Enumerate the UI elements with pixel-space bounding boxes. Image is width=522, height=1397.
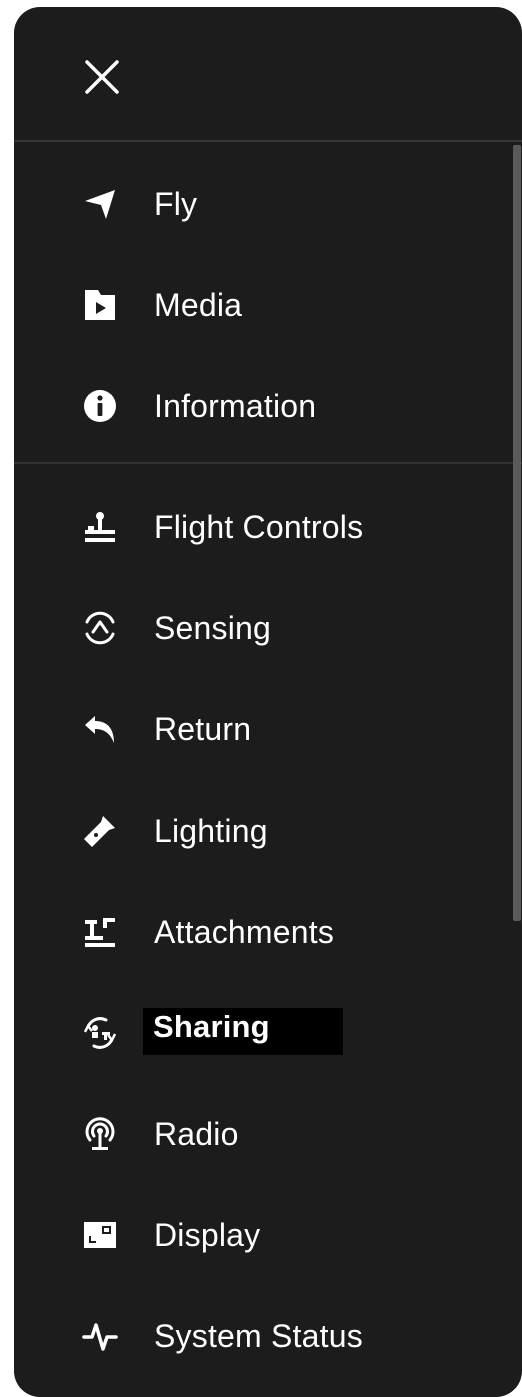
menu-item-label: System Status <box>154 1318 363 1354</box>
menu-item-label: Sharing <box>143 1008 343 1055</box>
info-icon <box>80 388 120 424</box>
fly-arrow-icon <box>80 186 120 222</box>
radio-icon <box>80 1116 120 1152</box>
menu-item-label: Attachments <box>154 914 335 950</box>
menu-item-sensing[interactable]: Sensing <box>14 582 504 674</box>
side-menu-panel: Fly Media Information Flight Controls Se… <box>14 7 522 1397</box>
flashlight-icon <box>80 813 120 849</box>
top-divider <box>14 140 522 142</box>
sensing-icon <box>80 610 120 646</box>
menu-item-label: Display <box>154 1217 261 1253</box>
menu-item-label: Fly <box>154 186 198 222</box>
menu-item-flight-controls[interactable]: Flight Controls <box>14 481 504 573</box>
return-icon <box>80 711 120 747</box>
menu-item-return[interactable]: Return <box>14 683 504 775</box>
menu-item-display[interactable]: Display <box>14 1189 504 1281</box>
menu-item-label: Media <box>154 287 243 323</box>
media-icon <box>80 287 120 323</box>
menu-item-label: Information <box>154 388 317 424</box>
menu-item-information[interactable]: Information <box>14 360 504 452</box>
pulse-icon <box>80 1318 120 1354</box>
menu-item-attachments[interactable]: Attachments <box>14 886 504 978</box>
menu-item-label: Flight Controls <box>154 509 364 545</box>
menu-item-label: Radio <box>154 1116 239 1152</box>
menu-item-label: Sensing <box>154 610 272 646</box>
menu-item-media[interactable]: Media <box>14 259 504 351</box>
scrollbar[interactable] <box>513 145 521 921</box>
joystick-icon <box>80 509 120 545</box>
menu-item-fly[interactable]: Fly <box>14 158 504 250</box>
menu-item-sharing[interactable]: Sharing <box>14 987 504 1079</box>
close-icon[interactable] <box>82 57 122 97</box>
attachments-icon <box>80 914 120 950</box>
menu-item-lighting[interactable]: Lighting <box>14 785 504 877</box>
menu-item-label: Return <box>154 711 252 747</box>
section-divider <box>14 462 522 464</box>
display-icon <box>80 1217 120 1253</box>
menu-item-system-status[interactable]: System Status <box>14 1290 504 1382</box>
menu-item-label: Lighting <box>154 813 268 849</box>
sharing-icon <box>80 1015 120 1051</box>
menu-item-radio[interactable]: Radio <box>14 1088 504 1180</box>
